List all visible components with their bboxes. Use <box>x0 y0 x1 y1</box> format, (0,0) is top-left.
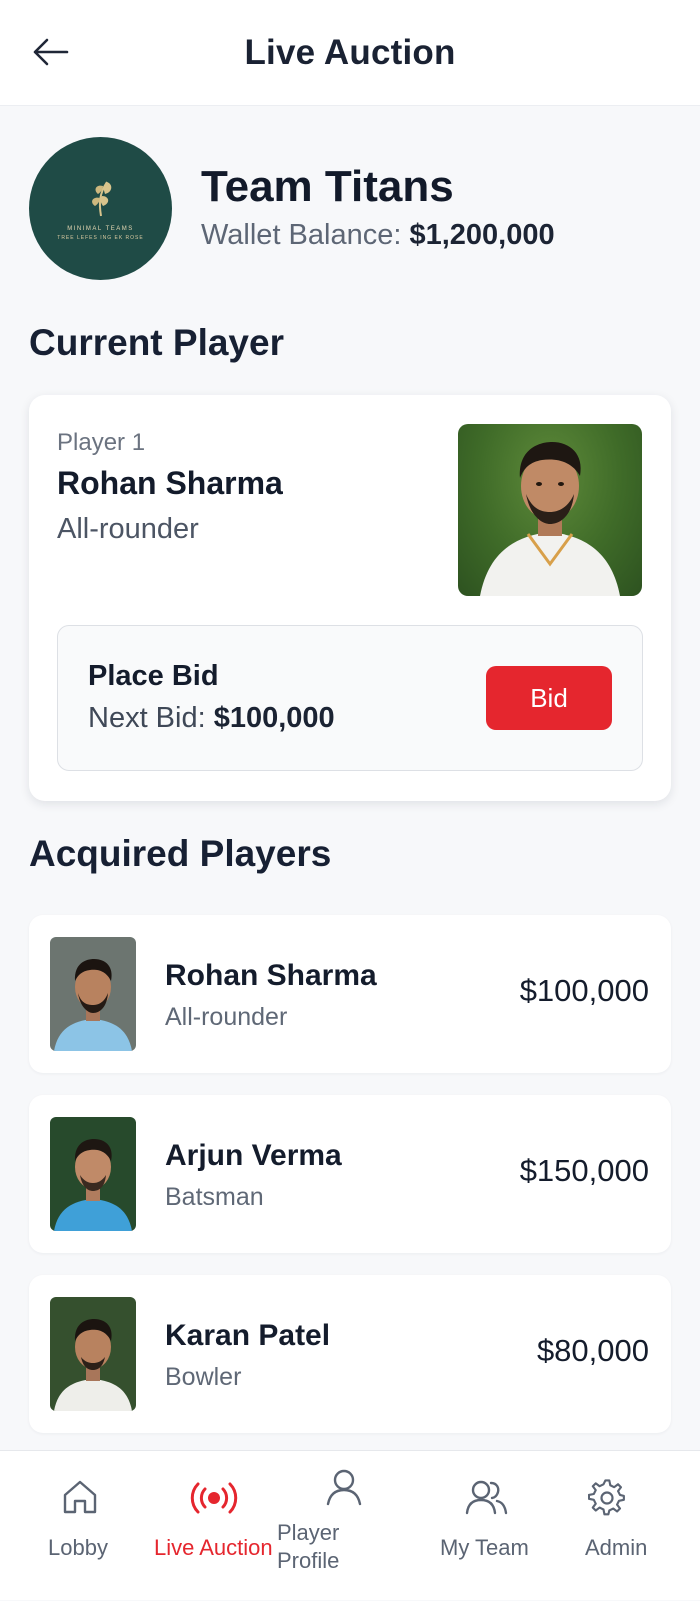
nav-item-admin[interactable]: Admin <box>570 1451 670 1601</box>
app-header: Live Auction <box>0 0 700 106</box>
acquired-players-heading: Acquired Players <box>29 833 332 874</box>
acquired-player-role: All-rounder <box>165 1003 288 1031</box>
acquired-player-row[interactable]: Rohan Sharma All-rounder $100,000 <box>29 915 671 1073</box>
wallet-balance: Wallet Balance: $1,200,000 <box>201 215 555 255</box>
player-role: All-rounder <box>57 513 199 545</box>
wallet-label: Wallet Balance: <box>201 219 402 251</box>
wallet-value: $1,200,000 <box>409 219 555 251</box>
acquired-player-photo <box>50 1117 136 1231</box>
next-bid-label: Next Bid: <box>88 702 206 734</box>
logo-subtext: TREE LEFES ING EK ROSE <box>57 234 144 241</box>
nav-label: Player Profile <box>277 1520 340 1573</box>
nav-item-lobby[interactable]: Lobby <box>30 1451 132 1601</box>
user-icon <box>326 1469 362 1506</box>
back-button[interactable] <box>28 30 72 74</box>
page-title: Live Auction <box>244 32 456 72</box>
team-summary: MINIMAL TEAMS TREE LEFES ING EK ROSE Tea… <box>29 136 679 280</box>
place-bid-panel: Place Bid Next Bid: $100,000 Bid <box>57 625 643 771</box>
bottom-navigation: Lobby Live Auction Player Profile My Tea… <box>0 1450 700 1600</box>
nav-item-my-team[interactable]: My Team <box>430 1451 540 1601</box>
nav-label: Admin <box>585 1535 648 1560</box>
nav-label: Live Auction <box>154 1535 273 1560</box>
player-photo <box>458 424 642 596</box>
nav-label: My Team <box>440 1535 529 1560</box>
nav-item-live-auction[interactable]: Live Auction <box>148 1451 278 1601</box>
live-broadcast-icon <box>190 1482 238 1514</box>
users-icon <box>465 1480 508 1515</box>
nav-label: Lobby <box>48 1535 108 1560</box>
logo-text: MINIMAL TEAMS <box>67 225 134 232</box>
laurel-leaf-icon <box>91 180 111 216</box>
acquired-player-role: Batsman <box>165 1183 264 1211</box>
acquired-player-row[interactable]: Arjun Verma Batsman $150,000 <box>29 1095 671 1253</box>
next-bid: Next Bid: $100,000 <box>88 702 335 735</box>
arrow-left-icon <box>33 38 69 66</box>
acquired-player-name: Arjun Verma <box>165 1139 342 1172</box>
acquired-player-row[interactable]: Karan Patel Bowler $80,000 <box>29 1275 671 1433</box>
player-name: Rohan Sharma <box>57 465 283 501</box>
home-icon <box>63 1480 97 1514</box>
acquired-player-price: $100,000 <box>519 973 649 1008</box>
current-player-card: Player 1 Rohan Sharma All-rounder Place … <box>29 395 671 801</box>
acquired-player-role: Bowler <box>165 1363 242 1391</box>
current-player-heading: Current Player <box>29 322 284 363</box>
bid-button[interactable]: Bid <box>486 666 612 730</box>
next-bid-value: $100,000 <box>213 702 335 734</box>
acquired-player-price: $80,000 <box>536 1333 649 1368</box>
acquired-player-photo <box>50 937 136 1051</box>
nav-item-player-profile[interactable]: Player Profile <box>277 1451 390 1601</box>
team-logo: MINIMAL TEAMS TREE LEFES ING EK ROSE <box>29 136 172 280</box>
gear-icon <box>588 1479 625 1516</box>
acquired-player-name: Karan Patel <box>165 1319 331 1352</box>
acquired-player-photo <box>50 1297 136 1411</box>
player-index: Player 1 <box>57 429 146 456</box>
team-name: Team Titans <box>201 162 454 211</box>
place-bid-title: Place Bid <box>88 660 219 692</box>
acquired-player-name: Rohan Sharma <box>165 959 377 992</box>
acquired-player-price: $150,000 <box>519 1153 649 1188</box>
